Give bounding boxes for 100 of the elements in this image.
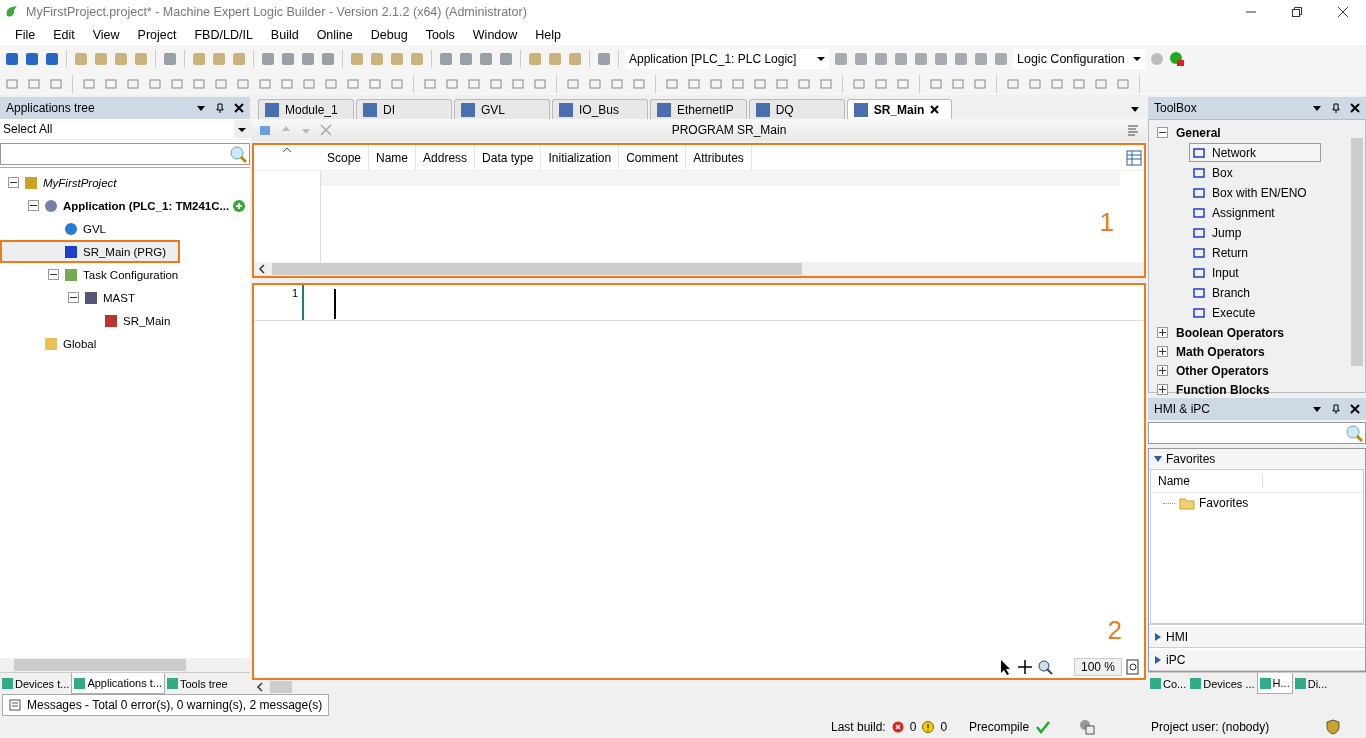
tree-item[interactable]: Global [0, 332, 103, 355]
search-icon[interactable] [1345, 424, 1363, 442]
toolbar-icon[interactable] [258, 123, 272, 137]
tree-item[interactable]: Favorites [1151, 493, 1363, 513]
collapse-icon[interactable] [8, 177, 19, 188]
dropdown-icon[interactable] [196, 103, 206, 113]
panel-tab[interactable]: Devices ... [1188, 673, 1257, 694]
menu-item[interactable]: FBD/LD/IL [185, 27, 262, 42]
expand-icon[interactable] [1157, 346, 1168, 357]
toolbar-icon[interactable] [300, 50, 316, 67]
group-label[interactable]: Math Operators [1176, 344, 1265, 359]
toolbox-item[interactable]: Box [1189, 163, 1321, 182]
menu-item[interactable]: Project [128, 27, 186, 42]
zoom-icon[interactable] [1035, 658, 1054, 676]
tree-item[interactable]: MyFirstProject [0, 171, 123, 194]
menu-item[interactable]: File [6, 27, 45, 42]
close-icon[interactable] [1350, 404, 1360, 414]
column-header[interactable]: Address [416, 145, 476, 170]
toolbar-icon[interactable] [320, 50, 336, 67]
pin-icon[interactable] [1331, 103, 1341, 113]
expand-icon[interactable] [1157, 365, 1168, 376]
toolbar-icon[interactable] [438, 50, 454, 67]
toolbar-icon[interactable] [833, 50, 849, 67]
triangle-icon[interactable] [1154, 633, 1162, 641]
toolbar-icon[interactable] [280, 50, 296, 67]
expand-icon[interactable] [1157, 127, 1168, 138]
column-header[interactable]: Attributes [686, 145, 752, 170]
toolbar-icon[interactable] [260, 50, 276, 67]
panel-tab[interactable]: Applications t... [71, 673, 165, 694]
add-icon[interactable] [233, 199, 246, 212]
scroll-thumb[interactable] [270, 681, 292, 693]
filter-dropdown[interactable]: Select All [0, 119, 250, 140]
editor-tab[interactable]: DI [356, 99, 452, 119]
triangle-icon[interactable] [1154, 455, 1162, 463]
tree-item[interactable]: SR_Main [0, 309, 177, 332]
panel-tab[interactable]: Di... [1292, 673, 1330, 694]
editor-tab[interactable]: Module_1 [258, 99, 354, 119]
zoom-page-icon[interactable] [1124, 658, 1142, 676]
menu-item[interactable]: Debug [361, 27, 417, 42]
panel-tab[interactable]: Co... [1148, 673, 1189, 694]
table-row[interactable] [321, 171, 1120, 186]
tree-item[interactable]: SR_Main (PRG) [0, 240, 180, 263]
column-header[interactable]: Name [1151, 474, 1263, 488]
scroll-thumb[interactable] [14, 659, 186, 671]
tree-item[interactable]: Application (PLC_1: TM241C... [0, 194, 252, 217]
expand-icon[interactable] [1157, 327, 1168, 338]
toolbox-item[interactable]: Execute [1189, 303, 1321, 322]
shield-icon[interactable] [1325, 719, 1342, 735]
expand-icon[interactable] [1157, 384, 1168, 395]
delete-icon[interactable] [320, 124, 332, 136]
group-label[interactable]: Function Blocks [1176, 382, 1270, 397]
column-header[interactable]: Initialization [541, 145, 620, 170]
scroll-left-icon[interactable] [256, 682, 264, 692]
menu-item[interactable]: Online [307, 27, 362, 42]
toolbox-item[interactable]: Network [1189, 143, 1321, 162]
toolbar-icon[interactable] [973, 50, 989, 67]
toolbar-icon[interactable] [24, 50, 40, 67]
dropdown-icon[interactable] [1312, 103, 1322, 113]
search-icon[interactable] [229, 145, 247, 163]
pin-icon[interactable] [1331, 404, 1341, 414]
zoom-level[interactable]: 100 % [1073, 658, 1122, 676]
tree-item[interactable]: GVL [0, 217, 112, 240]
section-header[interactable]: iPC [1149, 650, 1365, 670]
menu-item[interactable]: Edit [44, 27, 84, 42]
group-label[interactable]: Boolean Operators [1176, 325, 1285, 340]
toolbar-icon[interactable] [4, 50, 20, 67]
section-header[interactable]: HMI [1149, 627, 1365, 647]
toolbar-icon[interactable] [853, 50, 869, 67]
dropdown-icon[interactable] [1312, 404, 1322, 414]
menu-item[interactable]: Help [526, 27, 570, 42]
toolbar-icon[interactable] [44, 50, 60, 67]
toolbox-item[interactable]: Jump [1189, 223, 1321, 242]
menu-item[interactable]: Window [463, 27, 527, 42]
toolbar-icon[interactable] [933, 50, 949, 67]
column-header[interactable]: Comment [619, 145, 687, 170]
panel-tab[interactable]: H... [1256, 673, 1293, 694]
close-icon[interactable] [1350, 103, 1360, 113]
close-icon[interactable] [930, 105, 940, 114]
toolbox-item[interactable]: Branch [1189, 283, 1321, 302]
close-icon[interactable] [234, 103, 244, 113]
text-view-icon[interactable] [1126, 123, 1140, 137]
move-icon[interactable] [1015, 658, 1034, 676]
toolbar-icon[interactable] [953, 50, 969, 67]
group-label[interactable]: General [1176, 125, 1221, 140]
scroll-left-icon[interactable] [258, 264, 266, 274]
toolbar-icon[interactable] [162, 50, 178, 67]
menu-item[interactable]: Build [261, 27, 308, 42]
toolbar-icon[interactable] [913, 50, 929, 67]
configuration-dropdown[interactable]: Logic Configuration [1013, 48, 1145, 69]
toolbar-icon[interactable] [873, 50, 889, 67]
group-label[interactable]: Other Operators [1176, 363, 1269, 378]
search-field[interactable] [1148, 422, 1366, 444]
search-field[interactable] [0, 143, 250, 165]
collapse-icon[interactable] [68, 292, 79, 303]
editor-tab[interactable]: SR_Main [846, 99, 953, 119]
messages-tab[interactable]: Messages - Total 0 error(s), 0 warning(s), 2 message(s) [2, 694, 330, 716]
column-header[interactable]: Name [369, 145, 417, 170]
tree-item[interactable]: MAST [0, 286, 141, 309]
editor-tab[interactable]: EthernetIP [650, 99, 747, 119]
panel-tab[interactable]: Devices t... [0, 673, 72, 694]
